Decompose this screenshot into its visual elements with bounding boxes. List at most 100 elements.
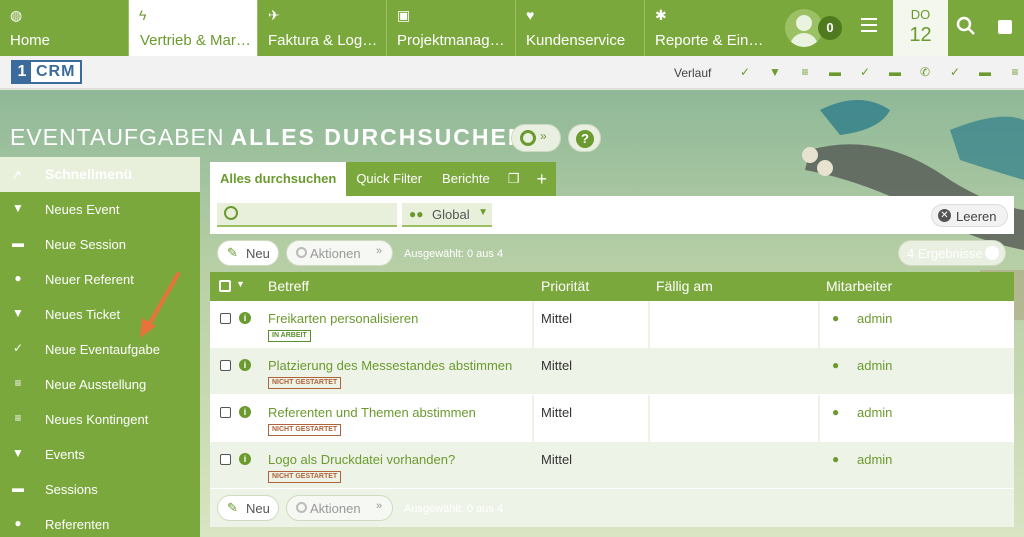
- results-count[interactable]: 4 Ergebnisse: [898, 240, 1006, 266]
- task-subject-link[interactable]: Platzierung des Messestandes abstimmen: [268, 358, 512, 373]
- sidebar-item-new-quota[interactable]: ≡ Neues Kontingent: [0, 402, 200, 437]
- assigned-user-link[interactable]: admin: [857, 311, 892, 326]
- row-checkbox[interactable]: [220, 360, 231, 371]
- date-day: 12: [909, 24, 932, 46]
- page-title: EVENTAUFGABEN ALLES DURCHSUCHEN: [10, 124, 526, 151]
- info-icon[interactable]: i: [239, 359, 251, 371]
- avatar-head: [796, 15, 812, 31]
- close-icon: ✕: [938, 209, 951, 222]
- sidebar-item-new-session[interactable]: ▬ Neue Session: [0, 227, 200, 262]
- globe-icon: ◍: [10, 7, 23, 23]
- priority-value: Mittel: [541, 452, 573, 467]
- plus-icon[interactable]: +: [528, 162, 556, 196]
- nav-tab-service[interactable]: ♥ Kundenservice: [516, 0, 645, 56]
- nav-tab-projects[interactable]: ▣ Projektmanage…: [387, 0, 516, 56]
- column-priority[interactable]: Priorität: [541, 278, 589, 294]
- logo[interactable]: 1 CRM: [11, 60, 83, 84]
- actions-button-bottom[interactable]: Aktionen »: [286, 495, 393, 521]
- tab-search-all[interactable]: Alles durchsuchen: [210, 162, 347, 196]
- scope-select[interactable]: ●● Global ▼: [402, 203, 492, 227]
- cube-icon: ▣: [397, 7, 411, 23]
- tab-quick-filter[interactable]: Quick Filter: [346, 162, 432, 196]
- nav-tab-sales[interactable]: ϟ Vertrieb & Mar…: [129, 0, 258, 56]
- check-circle-icon[interactable]: ✓: [940, 64, 970, 80]
- pizza-icon[interactable]: ▼: [760, 64, 790, 80]
- assigned-user-link[interactable]: admin: [857, 452, 892, 467]
- column-user[interactable]: Mitarbeiter: [826, 278, 892, 294]
- history-label: Verlauf: [674, 66, 712, 80]
- history-icons: ✓ ▼ ≡ ▬ ✓ ▬ ✆ ✓ ▬ ≡: [730, 64, 1024, 80]
- list-icon[interactable]: ≡: [790, 64, 820, 80]
- check-circle-icon[interactable]: ✓: [730, 64, 760, 80]
- column-due[interactable]: Fällig am: [656, 278, 713, 294]
- column-divider: [532, 395, 534, 442]
- caret-down-icon[interactable]: ▼: [236, 279, 245, 289]
- help-button[interactable]: ?: [568, 124, 601, 152]
- info-icon[interactable]: i: [239, 453, 251, 465]
- sidebar: ↗ Schnellmenü ▼ Neues Event ▬ Neue Sessi…: [0, 157, 200, 537]
- page-title-prefix: EVENTAUFGABEN: [10, 124, 225, 150]
- search-icon[interactable]: [948, 0, 986, 56]
- session-icon[interactable]: ▬: [820, 64, 850, 80]
- sidebar-item-label: Neue Session: [45, 237, 126, 252]
- phone-icon[interactable]: ✆: [910, 64, 940, 80]
- session-icon[interactable]: ▬: [880, 64, 910, 80]
- nav-tab-billing[interactable]: ✈ Faktura & Logis…: [258, 0, 387, 56]
- due-date-value: [650, 348, 818, 395]
- sidebar-item-events[interactable]: ▼ Events: [0, 437, 200, 472]
- column-subject[interactable]: Betreff: [268, 278, 309, 294]
- date-box[interactable]: DO 12: [893, 0, 948, 56]
- sidebar-item-new-event[interactable]: ▼ Neues Event: [0, 192, 200, 227]
- logo-number: 1: [13, 62, 31, 82]
- nav-tab-home[interactable]: ◍ Home: [0, 0, 129, 56]
- sidebar-item-new-exhibition[interactable]: ≡ Neue Ausstellung: [0, 367, 200, 402]
- user-icon: ●: [14, 516, 22, 530]
- user-icon: ●: [832, 452, 840, 466]
- select-all-checkbox[interactable]: [219, 280, 231, 292]
- sidebar-header: ↗ Schnellmenü: [0, 157, 200, 192]
- session-icon[interactable]: ▬: [970, 64, 1000, 80]
- assigned-user-link[interactable]: admin: [857, 405, 892, 420]
- sidebar-item-speakers[interactable]: ● Referenten: [0, 507, 200, 537]
- task-subject-link[interactable]: Logo als Druckdatei vorhanden?: [268, 452, 455, 467]
- list-icon: ≡: [14, 376, 22, 390]
- logo-text: CRM: [31, 62, 81, 82]
- info-icon[interactable]: i: [239, 406, 251, 418]
- sidebar-item-label: Referenten: [45, 517, 110, 532]
- action-bar: ✎ Neu Aktionen » Ausgewählt: 0 aus 4 4 E…: [210, 234, 1014, 272]
- paper-plane-icon: ✈: [268, 7, 280, 23]
- notification-badge[interactable]: 0: [818, 16, 842, 40]
- date-weekday: DO: [910, 7, 931, 22]
- pencil-icon: ✎: [227, 500, 238, 515]
- actions-button[interactable]: Aktionen »: [286, 240, 393, 266]
- check-circle-icon[interactable]: ✓: [850, 64, 880, 80]
- new-button-bottom[interactable]: ✎ Neu: [217, 495, 279, 521]
- row-checkbox[interactable]: [220, 407, 231, 418]
- sidebar-item-label: Neue Eventaufgabe: [45, 342, 160, 357]
- extra-menu-icon[interactable]: [986, 0, 1024, 56]
- settings-button[interactable]: »: [511, 124, 561, 152]
- list-icon[interactable]: ≡: [1000, 64, 1024, 80]
- clear-button[interactable]: ✕ Leeren: [931, 204, 1008, 227]
- assigned-user-link[interactable]: admin: [857, 358, 892, 373]
- task-subject-link[interactable]: Freikarten personalisieren: [268, 311, 418, 326]
- tab-reports[interactable]: Berichte: [432, 162, 500, 196]
- session-icon: ▬: [12, 481, 24, 495]
- column-divider: [532, 301, 534, 348]
- due-date-value: [650, 395, 818, 442]
- copy-icon[interactable]: ❐: [500, 162, 528, 196]
- search-input[interactable]: [217, 203, 397, 227]
- row-checkbox[interactable]: [220, 313, 231, 324]
- row-checkbox[interactable]: [220, 454, 231, 465]
- secondary-bar: 1 CRM Verlauf ✓ ▼ ≡ ▬ ✓ ▬ ✆ ✓ ▬ ≡: [0, 56, 1024, 89]
- task-subject-link[interactable]: Referenten und Themen abstimmen: [268, 405, 476, 420]
- chevron-down-icon: [985, 246, 999, 260]
- new-button[interactable]: ✎ Neu: [217, 240, 279, 266]
- hamburger-menu-icon[interactable]: [861, 18, 877, 34]
- nav-tab-reports[interactable]: ✱ Reporte & Eins…: [645, 0, 774, 56]
- info-icon[interactable]: i: [239, 312, 251, 324]
- nav-tab-label: Reporte & Eins…: [655, 32, 767, 49]
- status-badge: NICHT GESTARTET: [268, 471, 342, 483]
- sidebar-item-label: Sessions: [45, 482, 98, 497]
- sidebar-item-sessions[interactable]: ▬ Sessions: [0, 472, 200, 507]
